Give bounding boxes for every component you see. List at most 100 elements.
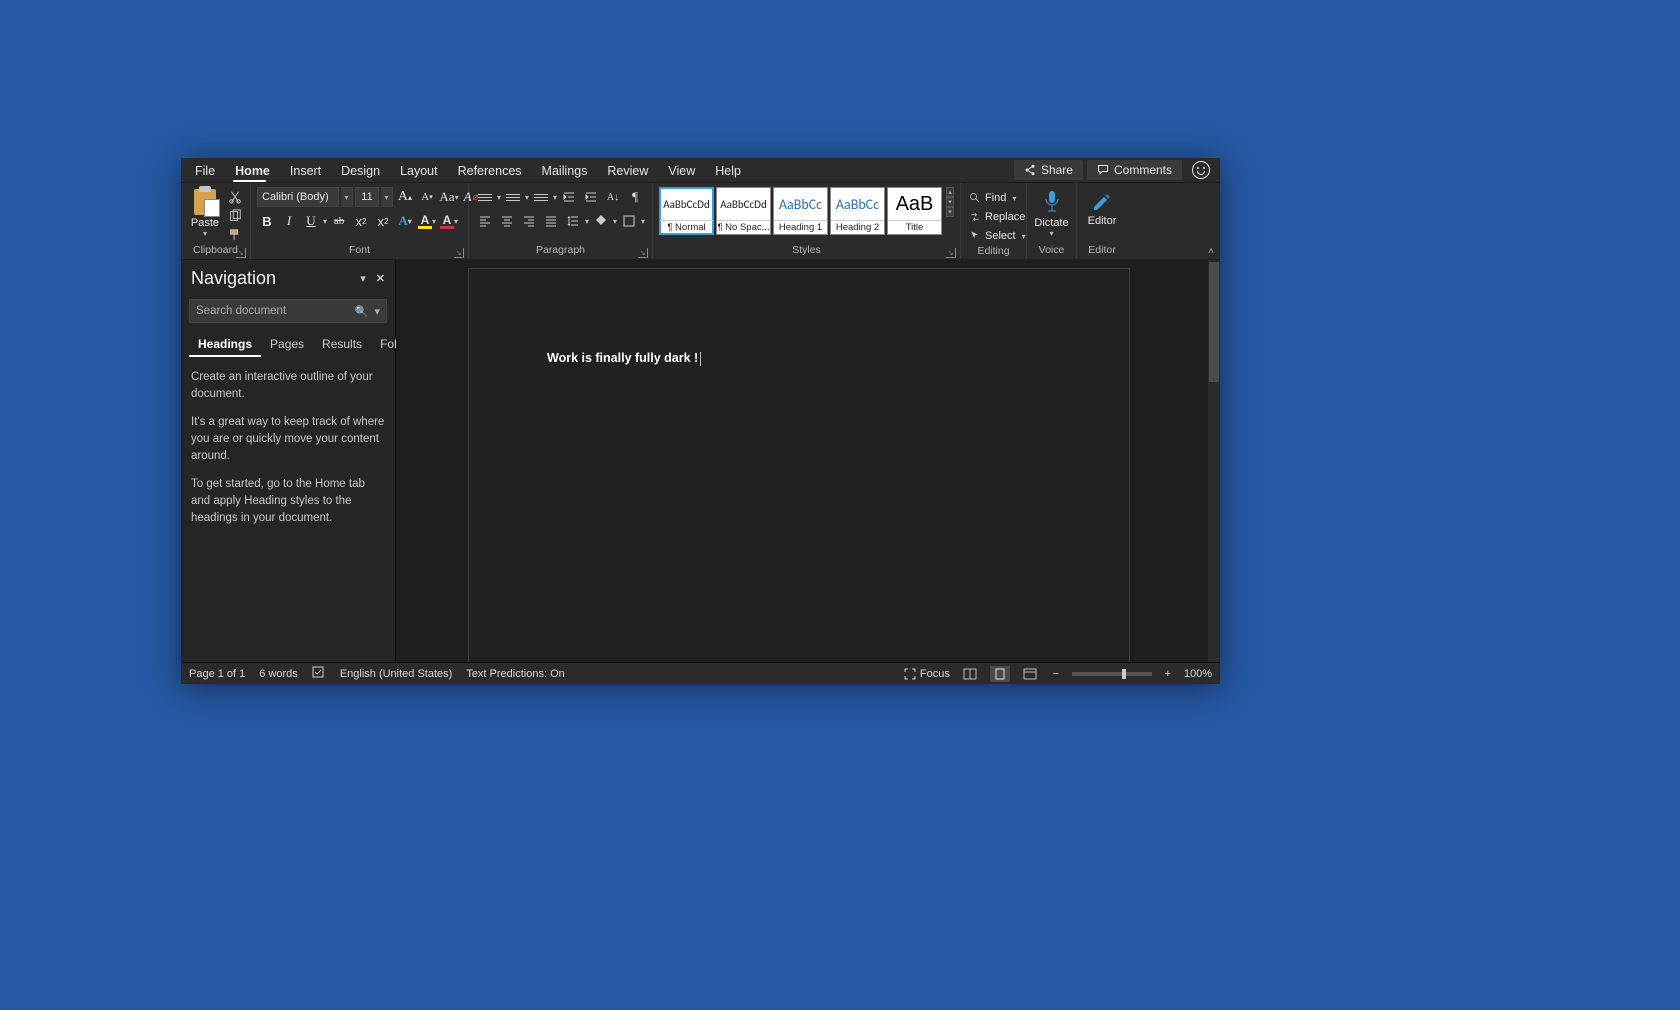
font-size-combo[interactable]: 11 — [355, 187, 379, 207]
copy-button[interactable] — [227, 208, 243, 224]
zoom-slider[interactable] — [1072, 672, 1152, 676]
nav-tab-results[interactable]: Results — [313, 333, 371, 357]
dictate-button[interactable]: Dictate ▾ — [1033, 187, 1070, 238]
document-page[interactable]: Work is finally fully dark ! — [468, 268, 1130, 662]
scrollbar-thumb[interactable] — [1209, 262, 1219, 382]
text-effects-button[interactable]: A▾ — [395, 211, 415, 231]
styles-scroll-down[interactable]: ▾ — [946, 197, 954, 207]
highlight-button[interactable]: A▾ — [417, 211, 437, 231]
zoom-slider-knob[interactable] — [1122, 669, 1126, 679]
nav-search-input[interactable]: Search document 🔍 ▾ — [189, 299, 387, 323]
font-dialog-launcher[interactable]: ↘ — [454, 248, 464, 258]
style-heading-1[interactable]: AaBbCcHeading 1 — [773, 187, 828, 235]
tab-layout[interactable]: Layout — [390, 160, 448, 181]
format-painter-button[interactable] — [227, 227, 243, 243]
tab-design[interactable]: Design — [331, 160, 390, 181]
search-options-chevron[interactable]: ▾ — [374, 305, 380, 318]
bold-button[interactable]: B — [257, 211, 277, 231]
print-layout-button[interactable] — [990, 666, 1010, 682]
show-marks-button[interactable]: ¶ — [625, 187, 645, 207]
tab-references[interactable]: References — [448, 160, 532, 181]
style-sample: AaBbCc — [836, 188, 879, 220]
focus-label: Focus — [920, 668, 950, 680]
tab-review[interactable]: Review — [597, 160, 658, 181]
status-predictions[interactable]: Text Predictions: On — [466, 668, 564, 680]
styles-gallery-expand[interactable]: ▾ — [946, 207, 954, 217]
change-case-button[interactable]: Aa▾ — [439, 187, 459, 207]
style-name: Heading 2 — [831, 220, 884, 234]
nav-tab-headings[interactable]: Headings — [189, 333, 261, 357]
style--normal[interactable]: AaBbCcDd¶ Normal — [659, 187, 714, 235]
subscript-button[interactable]: x2 — [351, 211, 371, 231]
styles-scroll[interactable]: ▴ ▾ ▾ — [946, 187, 954, 217]
multilevel-list-button[interactable] — [531, 187, 551, 207]
zoom-out-button[interactable]: − — [1050, 668, 1062, 680]
read-mode-button[interactable] — [960, 666, 980, 682]
share-button[interactable]: Share — [1014, 160, 1083, 180]
group-clipboard: Paste ▾ Clipboard↘ — [181, 183, 251, 259]
search-icon[interactable]: 🔍 — [355, 305, 369, 318]
ribbon: Paste ▾ Clipboard↘ Calibri (Body)▾ 11▾ — [181, 182, 1220, 260]
decrease-indent-button[interactable] — [559, 187, 579, 207]
style--no-spac-[interactable]: AaBbCcDd¶ No Spac... — [716, 187, 771, 235]
increase-indent-button[interactable] — [581, 187, 601, 207]
tab-insert[interactable]: Insert — [280, 160, 331, 181]
comments-label: Comments — [1114, 163, 1172, 177]
document-area[interactable]: Work is finally fully dark ! — [396, 260, 1220, 662]
align-center-button[interactable] — [497, 211, 517, 231]
vertical-scrollbar[interactable] — [1208, 260, 1220, 662]
find-button[interactable]: Find▾ — [967, 189, 1028, 207]
zoom-value[interactable]: 100% — [1184, 668, 1212, 680]
zoom-in-button[interactable]: + — [1162, 668, 1174, 680]
cut-button[interactable] — [227, 189, 243, 205]
collapse-ribbon-button[interactable]: ˄ — [1208, 246, 1214, 257]
shading-button[interactable] — [591, 211, 611, 231]
tab-help[interactable]: Help — [705, 160, 751, 181]
nav-tab-pages[interactable]: Pages — [261, 333, 313, 357]
tab-file[interactable]: File — [185, 160, 225, 181]
spellcheck-icon[interactable] — [312, 665, 326, 682]
font-name-combo[interactable]: Calibri (Body) — [257, 187, 339, 207]
style-heading-2[interactable]: AaBbCcHeading 2 — [830, 187, 885, 235]
paragraph-dialog-launcher[interactable]: ↘ — [638, 248, 648, 258]
paste-button[interactable]: Paste ▾ — [187, 187, 223, 238]
line-spacing-button[interactable] — [563, 211, 583, 231]
nav-tabs: HeadingsPagesResultsFollow› — [181, 327, 395, 357]
comments-button[interactable]: Comments — [1087, 160, 1182, 180]
status-words[interactable]: 6 words — [259, 668, 298, 680]
tab-view[interactable]: View — [658, 160, 705, 181]
style-title[interactable]: AaBTitle — [887, 187, 942, 235]
styles-scroll-up[interactable]: ▴ — [946, 187, 954, 197]
justify-button[interactable] — [541, 211, 561, 231]
clipboard-dialog-launcher[interactable]: ↘ — [236, 248, 246, 258]
bullets-button[interactable] — [475, 187, 495, 207]
select-button[interactable]: Select▾ — [967, 227, 1028, 245]
decrease-font-button[interactable]: A▾ — [417, 187, 437, 207]
underline-button[interactable]: U — [301, 211, 321, 231]
editor-button[interactable]: Editor — [1083, 187, 1121, 227]
replace-button[interactable]: Replace — [967, 208, 1028, 226]
tab-home[interactable]: Home — [225, 160, 280, 181]
status-page[interactable]: Page 1 of 1 — [189, 668, 245, 680]
sort-button[interactable]: A↓ — [603, 187, 623, 207]
nav-body-text: Create an interactive outline of your do… — [181, 357, 395, 550]
align-left-button[interactable] — [475, 211, 495, 231]
italic-button[interactable]: I — [279, 211, 299, 231]
font-size-chevron[interactable]: ▾ — [381, 187, 393, 207]
borders-button[interactable] — [619, 211, 639, 231]
styles-dialog-launcher[interactable]: ↘ — [946, 248, 956, 258]
increase-font-button[interactable]: A▴ — [395, 187, 415, 207]
numbering-button[interactable] — [503, 187, 523, 207]
align-right-button[interactable] — [519, 211, 539, 231]
superscript-button[interactable]: x2 — [373, 211, 393, 231]
tab-mailings[interactable]: Mailings — [532, 160, 598, 181]
feedback-smile-icon[interactable] — [1192, 161, 1210, 179]
focus-button[interactable]: Focus — [904, 668, 950, 680]
web-layout-button[interactable] — [1020, 666, 1040, 682]
nav-dropdown-icon[interactable]: ▾ — [360, 272, 366, 285]
nav-close-button[interactable]: ✕ — [376, 272, 385, 285]
strikethrough-button[interactable]: ab — [329, 211, 349, 231]
status-language[interactable]: English (United States) — [340, 668, 453, 680]
font-name-chevron[interactable]: ▾ — [341, 187, 353, 207]
font-color-button[interactable]: A▾ — [439, 211, 459, 231]
